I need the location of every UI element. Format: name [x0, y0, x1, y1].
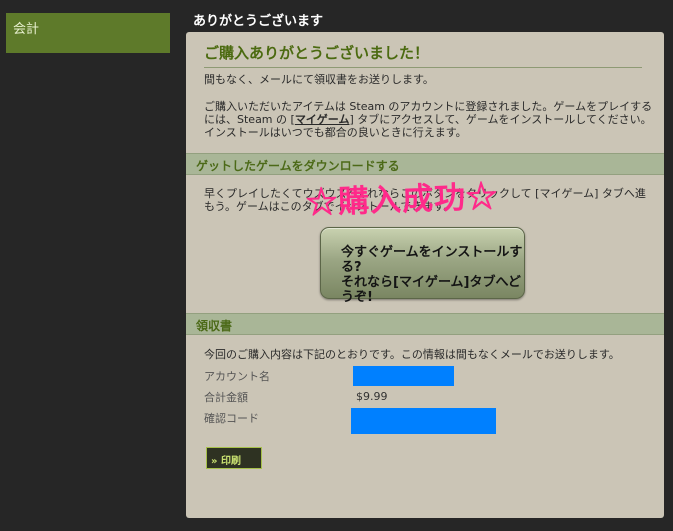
email-notice: 間もなく、メールにて領収書をお送りします。 — [204, 73, 434, 86]
receipt-section-header: 領収書 — [186, 313, 664, 335]
print-button[interactable]: » 印刷 — [206, 447, 262, 469]
sidebar-tab-label: 会計 — [13, 22, 40, 37]
download-section-header: ゲットしたゲームをダウンロードする — [186, 153, 664, 175]
receipt-label-total: 合計金額 — [204, 391, 248, 404]
purchase-success-overlay: ☆購入成功☆ — [305, 178, 499, 222]
registered-notice: ご購入いただいたアイテムは Steam のアカウントに登録されました。ゲームをプ… — [204, 100, 654, 139]
page-title: ありがとうございます — [193, 14, 324, 29]
mygame-link[interactable]: マイゲーム — [295, 113, 350, 126]
title-divider — [204, 67, 642, 68]
install-game-button[interactable]: 今すぐゲームをインストールする? それなら[マイゲーム]タブへどうぞ! — [320, 227, 525, 305]
thanks-title: ご購入ありがとうございました！ — [204, 44, 430, 62]
receipt-label-account: アカウント名 — [204, 370, 270, 383]
redacted-account-name — [353, 366, 454, 386]
redacted-confirmation-code — [351, 408, 496, 434]
receipt-intro: 今回のご購入内容は下記のとおりです。この情報は間もなくメールでお送りします。 — [204, 348, 620, 361]
sidebar-tab-checkout[interactable]: 会計 — [6, 13, 170, 53]
receipt-value-total: $9.99 — [356, 390, 388, 403]
purchase-complete-panel: ご購入ありがとうございました！ 間もなく、メールにて領収書をお送りします。 ご購… — [186, 32, 664, 518]
receipt-label-confirmation: 確認コード — [204, 412, 259, 425]
install-button-label: 今すぐゲームをインストールする? それなら[マイゲーム]タブへどうぞ! — [341, 245, 523, 305]
